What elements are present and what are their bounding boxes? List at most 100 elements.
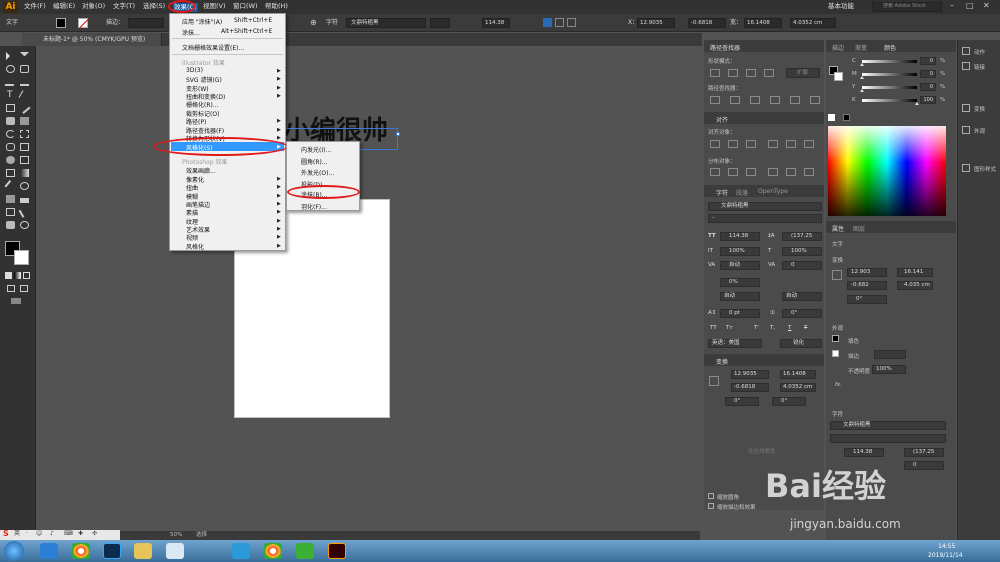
color-stroke-icon[interactable] [834,72,843,81]
color-spectrum[interactable] [828,126,946,216]
shaper-tool-icon[interactable] [6,117,15,125]
selection-tool-icon[interactable] [6,52,15,60]
perspective-grid-tool-icon[interactable] [20,156,29,164]
none-mode-icon[interactable] [23,272,30,279]
mesh-tool-icon[interactable] [6,169,15,177]
gradient-mode-icon[interactable] [14,272,21,279]
char-tracking-field[interactable]: 0 [782,261,822,270]
props-w-field[interactable]: 16.141 [897,268,933,277]
ime-tools-icon[interactable]: ✣ [92,531,97,537]
exclude-icon[interactable] [764,69,774,77]
transform-angle-field[interactable]: 0° [725,397,759,406]
tab-color[interactable]: 颜色 [884,43,896,52]
more-tools-icon[interactable] [11,298,21,304]
taskbar-explorer-icon[interactable] [134,543,152,559]
crop-icon[interactable] [770,96,780,104]
cmyk-slider-track[interactable] [862,60,917,63]
ime-keyboard-icon[interactable]: ⌨ [64,531,73,537]
submenu-feather[interactable]: 羽化(F)... [301,202,327,211]
menu-item-photoshop[interactable]: 扭曲 [186,183,198,192]
tab-stroke[interactable]: 描边 [832,43,844,52]
align-center-icon[interactable] [555,18,564,27]
taskbar-chrome2-icon[interactable] [264,543,282,559]
cmyk-slider-thumb[interactable] [860,63,864,66]
props-tracking-field[interactable]: 0 [904,461,944,470]
tab-gradient[interactable]: 渐变 [855,43,867,52]
distribute-v-center-icon[interactable] [728,168,738,176]
char-kerning-field[interactable]: 自动 [720,261,760,270]
transform-x-field[interactable]: 12.9035 [731,370,769,379]
char-leading-field[interactable]: (137.25 [782,232,822,241]
align-right-edges-icon[interactable] [746,140,756,148]
clock-time[interactable]: 14:55 [938,544,955,550]
menu-select[interactable]: 选择(S) [143,3,165,10]
cmyk-slider-track[interactable] [862,86,917,89]
menu-file[interactable]: 文件(F) [24,3,46,10]
menu-help[interactable]: 帮助(H) [265,3,288,10]
align-right-icon[interactable] [567,18,576,27]
symbol-sprayer-tool-icon[interactable] [6,195,15,203]
divide-icon[interactable] [710,96,720,104]
props-stroke-swatch[interactable] [832,350,839,357]
bounding-handle[interactable] [396,132,400,136]
blend-tool-icon[interactable] [20,182,29,190]
outline-icon[interactable] [790,96,800,104]
rotate-tool-icon[interactable] [6,130,15,138]
props-size-field[interactable]: 114.38 [844,448,884,457]
align-left-edges-icon[interactable] [710,140,720,148]
dock-item-label[interactable]: 外观 [974,127,985,135]
char-scale-h-field[interactable]: 100% [782,247,822,256]
char-rotate-field[interactable]: 0° [782,309,822,318]
menu-edit[interactable]: 编辑(E) [53,3,75,10]
char-scale-v-field[interactable]: 100% [720,247,760,256]
menu-item-raster-settings[interactable]: 文档栅格效果设置(E)... [182,43,244,52]
lasso-tool-icon[interactable] [20,65,29,73]
submenu-outer-glow[interactable]: 外发光(O)... [301,168,334,177]
merge-icon[interactable] [750,96,760,104]
transform-shear-field[interactable]: 0° [772,397,806,406]
stock-search-input[interactable]: 搜索 Adobe Stock [872,2,942,12]
props-y-field[interactable]: -0.682 [847,281,887,290]
distribute-top-icon[interactable] [710,168,720,176]
dock-icon[interactable] [962,104,970,112]
trim-icon[interactable] [730,96,740,104]
workspace-switcher[interactable]: 基本功能 [828,3,854,10]
menu-item-photoshop[interactable]: 视频 [186,233,198,242]
props-angle-field[interactable]: 0° [847,295,887,304]
document-tab[interactable]: 未标题-1* @ 50% (CMYK/GPU 预览) [22,33,162,46]
stroke-weight-field[interactable] [128,18,164,28]
ime-chinese-icon[interactable]: 英 [14,531,20,537]
cmyk-value-field[interactable]: 0 [920,83,936,91]
draw-mode-icon[interactable] [7,285,15,292]
height-field[interactable]: 4.0352 cm [790,18,836,28]
transform-w-field[interactable]: 16.1408 [780,370,816,379]
hand-tool-icon[interactable] [6,221,15,229]
menu-view[interactable]: 视图(V) [203,3,226,10]
distribute-h-center-icon[interactable] [786,168,796,176]
fx-icon[interactable]: fx. [835,382,842,388]
tab-character[interactable]: 字符 [716,188,728,197]
magic-wand-tool-icon[interactable] [6,65,15,73]
character-link[interactable]: 字符 [326,20,338,26]
tab-paragraph[interactable]: 段落 [736,188,748,197]
menu-item-photoshop[interactable]: 效果画廊... [186,166,216,175]
align-top-edges-icon[interactable] [768,140,778,148]
cmyk-slider-track[interactable] [862,99,917,102]
cmyk-slider-thumb[interactable] [860,89,864,92]
curvature-tool-icon[interactable] [20,78,29,86]
dock-icon[interactable] [962,126,970,134]
menu-item-illustrator[interactable]: 路径(P) [186,117,206,126]
tab-layers[interactable]: 图层 [853,224,865,233]
black-swatch[interactable] [843,114,850,121]
ime-punct-icon[interactable]: · [26,531,28,537]
cmyk-slider-track[interactable] [862,73,917,76]
white-swatch[interactable] [828,114,835,121]
stroke-color-icon[interactable] [14,250,29,265]
char-size-field[interactable]: 114.38 [720,232,760,241]
ime-emoji-icon[interactable]: ☺ [36,531,42,537]
minus-back-icon[interactable] [810,96,820,104]
tab-properties[interactable]: 属性 [832,224,844,233]
props-opacity-field[interactable]: 100% [872,365,906,374]
char-style-field[interactable]: - [708,214,822,223]
char-font-field[interactable]: 文鼎特粗黑 [708,202,822,211]
